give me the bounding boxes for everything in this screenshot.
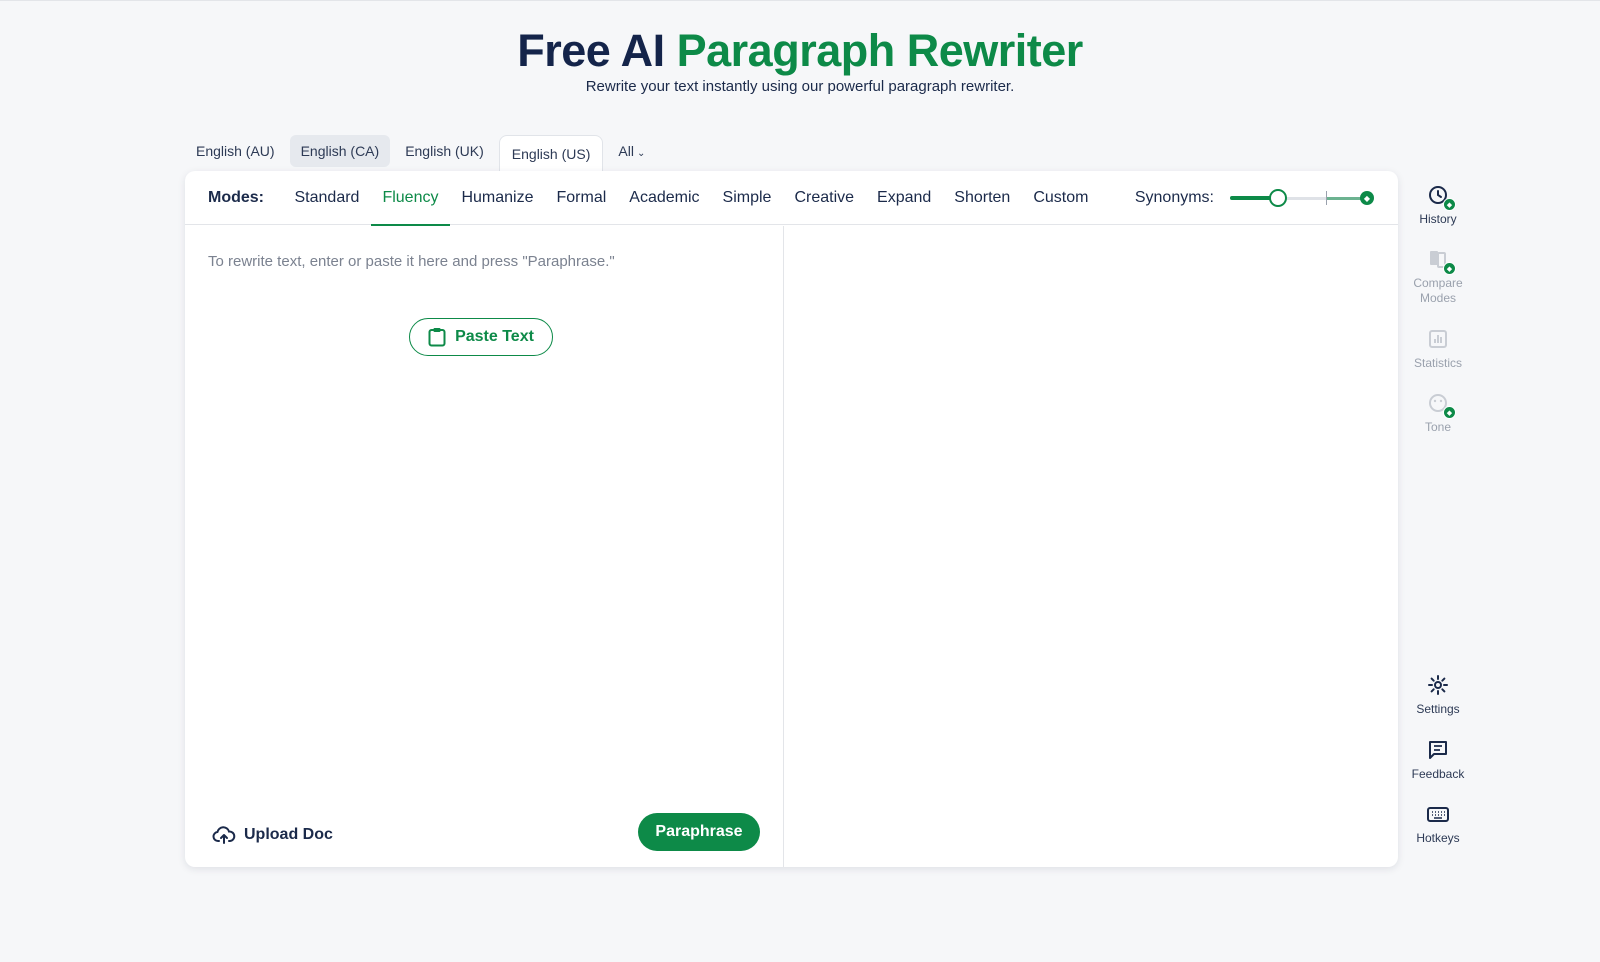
output-pane: [785, 226, 1398, 867]
mode-shorten[interactable]: Shorten: [943, 171, 1022, 225]
premium-diamond-icon: ◆: [1360, 191, 1374, 205]
sidebar-item-compare-modes[interactable]: ◆ Compare Modes: [1400, 247, 1476, 306]
paraphrase-button[interactable]: Paraphrase: [638, 813, 760, 851]
sidebar-item-settings[interactable]: Settings: [1400, 673, 1476, 717]
mode-humanize[interactable]: Humanize: [450, 171, 545, 225]
mode-standard[interactable]: Standard: [283, 171, 371, 225]
feedback-icon: [1426, 738, 1450, 762]
slider-thumb[interactable]: [1269, 189, 1287, 207]
mode-academic[interactable]: Academic: [618, 171, 711, 225]
cloud-upload-icon: [212, 826, 236, 844]
sidebar-label-history: History: [1419, 212, 1457, 226]
synonyms-control: Synonyms: ◆: [1135, 171, 1374, 225]
modes-bar: Modes: Standard Fluency Humanize Formal …: [185, 171, 1398, 226]
page-title: Free AI Paragraph Rewriter: [0, 23, 1600, 79]
page-title-part2: Paragraph Rewriter: [676, 25, 1084, 76]
language-tabs: English (AU) English (CA) English (UK) E…: [185, 132, 656, 174]
premium-badge-icon: ◆: [1443, 406, 1456, 419]
compare-modes-icon: ◆: [1426, 247, 1456, 275]
tab-english-us[interactable]: English (US): [498, 134, 604, 174]
upload-doc-label: Upload Doc: [244, 826, 333, 843]
premium-badge-icon: ◆: [1443, 262, 1456, 275]
tab-all-languages[interactable]: All ⌄: [607, 135, 656, 167]
gear-icon: [1426, 673, 1450, 697]
paste-text-button[interactable]: Paste Text: [409, 318, 553, 356]
tab-english-au[interactable]: English (AU): [185, 135, 286, 167]
sidebar-label-compare-modes: Compare Modes: [1413, 276, 1463, 305]
sidebar-label-statistics: Statistics: [1413, 356, 1462, 370]
premium-badge-icon: ◆: [1443, 198, 1456, 211]
input-pane[interactable]: To rewrite text, enter or paste it here …: [185, 226, 784, 867]
modes-label: Modes:: [208, 188, 264, 206]
mode-fluency[interactable]: Fluency: [370, 171, 450, 226]
sidebar-label-tone: Tone: [1424, 420, 1452, 434]
sidebar-item-hotkeys[interactable]: Hotkeys: [1400, 802, 1476, 846]
sidebar-label-settings: Settings: [1416, 702, 1460, 716]
mode-formal[interactable]: Formal: [545, 171, 618, 225]
sidebar-item-tone[interactable]: ◆ Tone: [1400, 391, 1476, 435]
paste-text-label: Paste Text: [455, 328, 534, 345]
clipboard-icon: [428, 328, 446, 347]
synonyms-label: Synonyms:: [1134, 189, 1214, 206]
tone-icon: ◆: [1426, 391, 1456, 419]
input-placeholder: To rewrite text, enter or paste it here …: [208, 253, 615, 270]
rewriter-card: Modes: Standard Fluency Humanize Formal …: [185, 171, 1398, 867]
history-icon: ◆: [1426, 183, 1456, 211]
mode-expand[interactable]: Expand: [866, 171, 943, 225]
statistics-icon: [1426, 327, 1450, 351]
upload-doc-button[interactable]: Upload Doc: [212, 825, 333, 845]
page-subtitle: Rewrite your text instantly using our po…: [585, 78, 1015, 95]
page-title-part1: Free AI: [517, 25, 665, 76]
mode-creative[interactable]: Creative: [783, 171, 866, 225]
sidebar-item-feedback[interactable]: Feedback: [1400, 738, 1476, 782]
sidebar-label-hotkeys: Hotkeys: [1416, 831, 1460, 845]
mode-custom[interactable]: Custom: [1022, 171, 1100, 225]
tab-english-uk[interactable]: English (UK): [394, 135, 495, 167]
tab-english-ca[interactable]: English (CA): [289, 135, 391, 167]
chevron-down-icon: ⌄: [636, 148, 646, 159]
mode-simple[interactable]: Simple: [711, 171, 783, 225]
sidebar-item-history[interactable]: ◆ History: [1400, 183, 1476, 227]
sidebar-item-statistics[interactable]: Statistics: [1400, 327, 1476, 371]
keyboard-icon: [1426, 802, 1450, 826]
sidebar-label-feedback: Feedback: [1411, 767, 1465, 781]
synonyms-slider[interactable]: ◆: [1230, 188, 1374, 208]
tab-all-label: All: [618, 143, 634, 159]
